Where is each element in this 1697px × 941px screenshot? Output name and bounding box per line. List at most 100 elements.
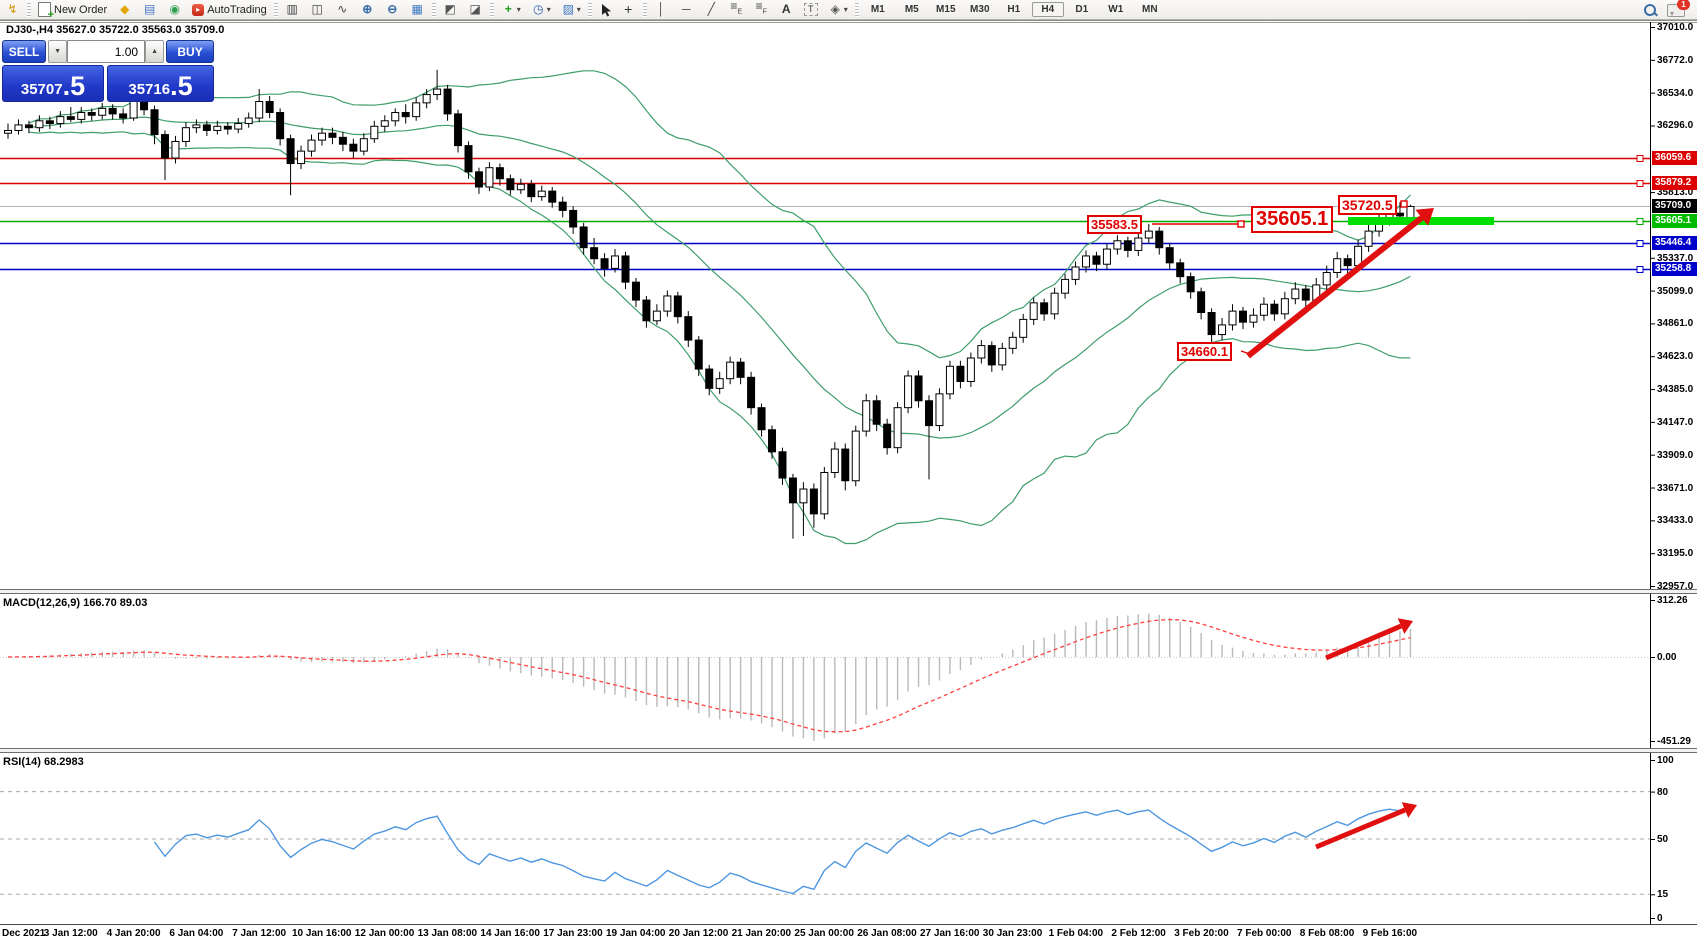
autotrading-button[interactable]: ▸ AutoTrading bbox=[188, 0, 271, 19]
time-axis-label: Dec 2021 bbox=[2, 928, 45, 939]
time-axis-label: 25 Jan 00:00 bbox=[794, 928, 854, 939]
fibonacci-button[interactable]: ≡F bbox=[750, 0, 773, 19]
bar-chart-icon: ▥ bbox=[285, 2, 300, 17]
time-axis-label: 26 Jan 08:00 bbox=[857, 928, 917, 939]
search-button[interactable] bbox=[1639, 0, 1661, 19]
time-axis-label: 1 Feb 04:00 bbox=[1049, 928, 1103, 939]
price-tick-label: 34385.0 bbox=[1657, 383, 1693, 396]
shapes-icon: ◈ bbox=[828, 2, 843, 17]
macd-pane-splitter[interactable] bbox=[0, 589, 1697, 594]
time-axis-label: 9 Feb 16:00 bbox=[1363, 928, 1417, 939]
timeframe-m5[interactable]: M5 bbox=[896, 2, 928, 17]
new-order-label: New Order bbox=[54, 4, 107, 16]
volume-increase-button[interactable]: ▲ bbox=[145, 40, 164, 63]
timeframe-mn[interactable]: MN bbox=[1134, 2, 1166, 17]
sell-price-display[interactable]: 35707.5 bbox=[2, 65, 104, 102]
vertical-line-button[interactable]: │ bbox=[650, 0, 673, 19]
price-tick-label: 34623.0 bbox=[1657, 350, 1693, 363]
line-chart-button[interactable]: ∿ bbox=[331, 0, 354, 19]
line-chart-icon: ∿ bbox=[335, 2, 350, 17]
volume-decrease-button[interactable]: ▼ bbox=[48, 40, 67, 63]
one-click-trading-panel: SELL ▼ 1.00 ▲ BUY 35707.5 35716.5 bbox=[2, 40, 214, 102]
time-axis-label: 17 Jan 23:00 bbox=[543, 928, 603, 939]
timeframe-m15[interactable]: M15 bbox=[930, 2, 962, 17]
bolt-icon: ↯ bbox=[5, 2, 20, 17]
price-badge: 35605.1 bbox=[1652, 214, 1697, 228]
fibonacci-icon: ≡F bbox=[754, 0, 769, 20]
time-axis-label: 2 Feb 12:00 bbox=[1111, 928, 1165, 939]
price-tick-label: 36772.0 bbox=[1657, 54, 1693, 67]
time-axis-label: 13 Jan 08:00 bbox=[418, 928, 478, 939]
macd-axis-label: -451.29 bbox=[1657, 735, 1691, 748]
equidistant-channel-button[interactable]: ≡E bbox=[725, 0, 748, 19]
timeframe-h4[interactable]: H4 bbox=[1032, 2, 1064, 17]
buy-button[interactable]: BUY bbox=[166, 40, 214, 63]
text-label-icon: T bbox=[804, 3, 818, 16]
zoom-in-button[interactable]: ⊕ bbox=[356, 0, 379, 19]
toolbar-grip bbox=[490, 3, 494, 17]
price-callout-34660.1[interactable]: 34660.1 bbox=[1177, 342, 1232, 361]
text-button[interactable]: A bbox=[775, 0, 798, 19]
price-tick-label: 34861.0 bbox=[1657, 317, 1693, 330]
quote-bolt-button[interactable]: ↯ bbox=[1, 0, 24, 19]
radar-icon: ◉ bbox=[167, 2, 182, 17]
time-axis-label: 3 Feb 20:00 bbox=[1174, 928, 1228, 939]
macd-axis-label: 312.26 bbox=[1657, 594, 1688, 607]
tile-windows-icon: ▦ bbox=[410, 2, 425, 17]
time-axis-label: 27 Jan 16:00 bbox=[920, 928, 980, 939]
cursor-button[interactable] bbox=[595, 0, 615, 19]
text-label-button[interactable]: T bbox=[800, 0, 822, 19]
auto-scroll-button[interactable]: ◩ bbox=[439, 0, 462, 19]
notifications-button[interactable]: 1 bbox=[1663, 0, 1689, 19]
time-axis-label: 6 Jan 04:00 bbox=[169, 928, 223, 939]
horizontal-line-icon: ─ bbox=[679, 2, 694, 17]
chevron-down-icon: ▾ bbox=[577, 5, 581, 14]
chart-ohlc-title: DJ30-,H4 35627.0 35722.0 35563.0 35709.0 bbox=[6, 24, 224, 36]
timeframe-w1[interactable]: W1 bbox=[1100, 2, 1132, 17]
trendline-button[interactable]: ╱ bbox=[700, 0, 723, 19]
price-callout-35605.1[interactable]: 35605.1 bbox=[1251, 206, 1333, 233]
timeframe-m1[interactable]: M1 bbox=[862, 2, 894, 17]
sell-button[interactable]: SELL bbox=[2, 40, 46, 63]
crosshair-button[interactable]: + bbox=[617, 0, 640, 19]
time-axis-label: 7 Feb 00:00 bbox=[1237, 928, 1291, 939]
timeframe-h1[interactable]: H1 bbox=[998, 2, 1030, 17]
toolbar-grip bbox=[432, 3, 436, 17]
marker-icon: ◆ bbox=[117, 2, 132, 17]
timeframe-d1[interactable]: D1 bbox=[1066, 2, 1098, 17]
buy-price-frac: .5 bbox=[170, 73, 193, 99]
indicators-button[interactable]: +▾ bbox=[497, 0, 525, 19]
price-badge: 36059.6 bbox=[1652, 151, 1697, 165]
signals-button[interactable]: ◉ bbox=[163, 0, 186, 19]
price-tick-label: 37010.0 bbox=[1657, 21, 1693, 34]
price-callout-35583.5[interactable]: 35583.5 bbox=[1087, 215, 1142, 234]
buy-price-display[interactable]: 35716.5 bbox=[107, 65, 214, 102]
timeframe-m30[interactable]: M30 bbox=[964, 2, 996, 17]
time-axis-label: 14 Jan 16:00 bbox=[480, 928, 540, 939]
volume-input[interactable]: 1.00 bbox=[67, 40, 145, 63]
chart-canvas[interactable] bbox=[0, 0, 1697, 941]
vertical-line-icon: │ bbox=[654, 2, 669, 17]
candle-chart-button[interactable]: ◫ bbox=[306, 0, 329, 19]
bar-chart-button[interactable]: ▥ bbox=[281, 0, 304, 19]
highlight-button[interactable]: ◆ bbox=[113, 0, 136, 19]
periods-button[interactable]: ◷▾ bbox=[527, 0, 555, 19]
new-order-button[interactable]: New Order bbox=[34, 0, 111, 19]
shapes-button[interactable]: ◈▾ bbox=[824, 0, 852, 19]
terminal-button[interactable]: ▤ bbox=[138, 0, 161, 19]
buy-price-main: 35716 bbox=[128, 80, 170, 99]
time-axis-label: 20 Jan 12:00 bbox=[669, 928, 729, 939]
tile-windows-button[interactable]: ▦ bbox=[406, 0, 429, 19]
autotrading-icon: ▸ bbox=[192, 4, 204, 16]
timeframe-bar: M1M5M15M30H1H4D1W1MN bbox=[861, 2, 1167, 17]
toolbar-grip bbox=[855, 3, 859, 17]
horizontal-line-button[interactable]: ─ bbox=[675, 0, 698, 19]
chart-shift-button[interactable]: ◪ bbox=[464, 0, 487, 19]
clock-icon: ◷ bbox=[531, 2, 546, 17]
toolbar-grip bbox=[588, 3, 592, 17]
zoom-out-button[interactable]: ⊖ bbox=[381, 0, 404, 19]
rsi-pane-splitter[interactable] bbox=[0, 748, 1697, 753]
price-callout-35720.5[interactable]: 35720.5 bbox=[1338, 195, 1397, 215]
time-axis-label: 4 Jan 20:00 bbox=[107, 928, 161, 939]
templates-button[interactable]: ▨▾ bbox=[557, 0, 585, 19]
